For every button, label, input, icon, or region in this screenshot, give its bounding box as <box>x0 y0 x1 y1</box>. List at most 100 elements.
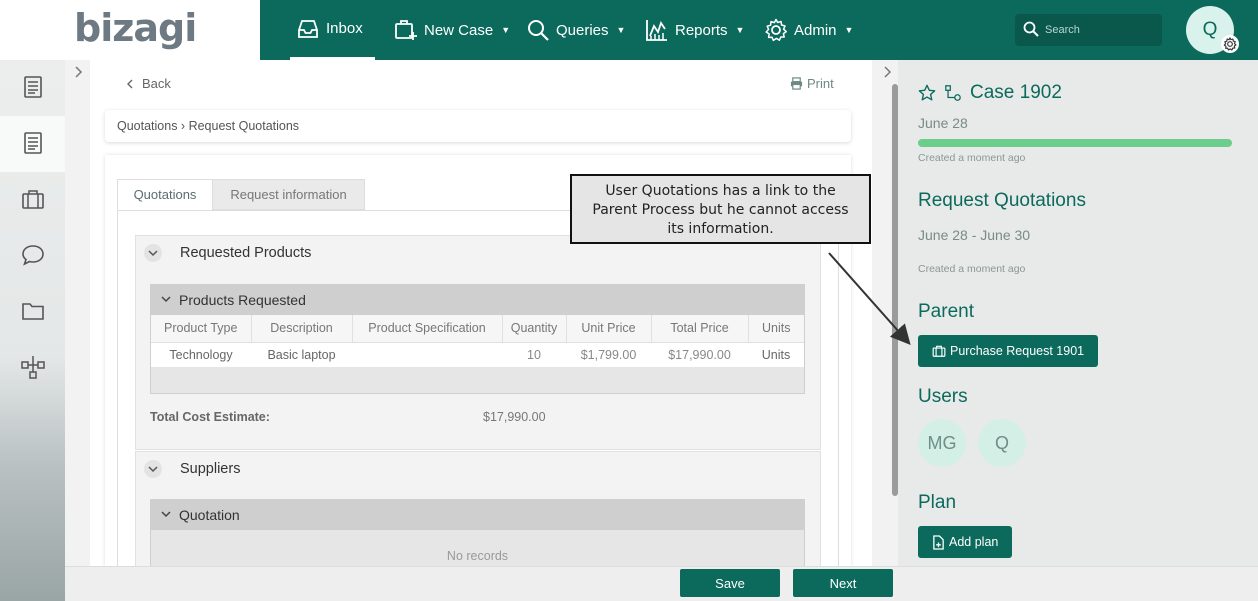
document-list-icon <box>23 131 43 157</box>
collapse-right-toggle[interactable] <box>875 60 899 84</box>
products-table: Product Type Description Product Specifi… <box>151 315 804 368</box>
table-cell: $17,990.00 <box>651 342 748 368</box>
quotation-grid-header[interactable]: Quotation <box>151 500 804 530</box>
total-cost-label: Total Cost Estimate: <box>150 410 270 424</box>
case-title-text: Case 1902 <box>970 82 1062 103</box>
back-link[interactable]: Back <box>124 76 171 91</box>
table-row[interactable]: Technology Basic laptop 10 $1,799.00 $17… <box>151 342 804 368</box>
annotation-callout: User Quotations has a link to the Parent… <box>570 174 871 244</box>
chevron-down-icon: ▼ <box>616 25 626 35</box>
column-header[interactable]: Product Type <box>151 315 252 343</box>
grid-title: Quotation <box>179 507 240 523</box>
chevron-right-icon <box>884 66 892 78</box>
chevron-right-icon <box>75 66 83 78</box>
folder-icon <box>21 301 45 324</box>
nav-inbox[interactable]: Inbox <box>290 0 375 60</box>
column-header[interactable]: Total Price <box>651 315 749 343</box>
nav-new-case-label: New Case <box>424 21 494 39</box>
column-header[interactable]: Description <box>251 315 353 343</box>
inbox-icon <box>296 17 320 41</box>
sidebar-item-chat[interactable] <box>0 228 65 284</box>
sidebar-item-inbox[interactable] <box>0 116 65 172</box>
user-avatar[interactable]: Q <box>978 419 1026 467</box>
bizagi-logo[interactable]: bizagi <box>74 6 197 50</box>
sidebar-item-cases[interactable] <box>0 172 65 228</box>
nav-reports[interactable]: Reports ▼ <box>645 0 744 60</box>
nav-admin-label: Admin <box>794 21 837 39</box>
search-input[interactable] <box>1045 24 1155 36</box>
sidebar-item-process[interactable] <box>0 340 65 396</box>
search-box <box>1015 14 1162 46</box>
sidebar-item-work[interactable] <box>0 60 65 116</box>
collapse-left-toggle[interactable] <box>66 60 90 84</box>
search-icon <box>1023 21 1039 40</box>
chevron-down-icon: ▼ <box>501 25 511 35</box>
parent-heading: Parent <box>918 301 974 322</box>
tab-quotations[interactable]: Quotations <box>117 179 213 210</box>
settings-gear-icon[interactable] <box>1221 35 1239 53</box>
document-list-icon <box>23 75 43 101</box>
case-process-icon <box>944 84 962 102</box>
tab-request-information[interactable]: Request information <box>212 179 365 210</box>
logo-area: bizagi <box>0 0 260 60</box>
reports-icon <box>645 18 669 42</box>
new-case-icon <box>394 18 418 42</box>
process-map-icon <box>20 354 46 383</box>
section-title: Suppliers <box>180 461 241 477</box>
nav-reports-label: Reports <box>675 21 728 39</box>
grid-title: Products Requested <box>179 292 306 308</box>
gear-icon <box>764 18 788 42</box>
chevron-down-icon <box>144 460 162 478</box>
bottom-action-bar <box>65 566 1258 601</box>
parent-case-button[interactable]: Purchase Request 1901 <box>918 335 1099 367</box>
nav-queries[interactable]: Queries ▼ <box>526 0 625 60</box>
column-header[interactable]: Product Specification <box>352 315 503 343</box>
nav-inbox-label: Inbox <box>326 20 363 37</box>
chevron-left-icon <box>127 79 133 88</box>
column-header[interactable]: Quantity <box>502 315 567 343</box>
parent-case-label: Purchase Request 1901 <box>950 344 1085 358</box>
chevron-down-icon <box>161 510 171 521</box>
table-cell: Basic laptop <box>251 342 352 368</box>
chevron-down-icon <box>161 295 171 306</box>
user-avatar[interactable]: MG <box>918 419 966 467</box>
search-icon <box>526 18 550 42</box>
products-requested-grid: Products Requested Product Type Descript… <box>150 284 805 394</box>
print-label: Print <box>807 76 834 91</box>
case-progress-fill <box>918 139 1232 147</box>
chevron-down-icon: ▼ <box>735 25 745 35</box>
plan-heading: Plan <box>918 492 957 513</box>
nav-new-case[interactable]: New Case ▼ <box>394 0 510 60</box>
task-created-text: Created a moment ago <box>918 263 1026 275</box>
total-cost-value: $17,990.00 <box>483 410 546 424</box>
table-cell: $1,799.00 <box>566 342 651 368</box>
products-requested-grid-header[interactable]: Products Requested <box>151 285 804 315</box>
column-header[interactable]: Unit Price <box>566 315 652 343</box>
users-heading: Users <box>918 386 968 407</box>
back-label: Back <box>142 76 171 91</box>
table-cell <box>352 342 502 368</box>
column-header[interactable]: Units <box>748 315 804 343</box>
table-cell: 10 <box>502 342 566 368</box>
printer-icon <box>790 77 803 90</box>
chevron-down-icon: ▼ <box>844 25 854 35</box>
case-title: Case 1902 <box>918 82 1062 104</box>
star-icon[interactable] <box>918 84 936 102</box>
case-created-text: Created a moment ago <box>918 152 1026 164</box>
quotation-grid: Quotation No records <box>150 499 805 567</box>
sidebar-item-folder[interactable] <box>0 284 65 340</box>
save-button[interactable]: Save <box>680 569 780 597</box>
section-title: Requested Products <box>180 245 312 261</box>
tab-quotations-label: Quotations <box>133 187 197 202</box>
next-button[interactable]: Next <box>793 569 893 597</box>
add-plan-button[interactable]: Add plan <box>918 526 1013 558</box>
case-progress-bar <box>918 139 1232 147</box>
chevron-down-icon <box>144 244 162 262</box>
briefcase-icon <box>21 189 45 212</box>
briefcase-icon <box>932 345 946 357</box>
print-button[interactable]: Print <box>790 76 834 91</box>
add-document-icon <box>932 534 945 550</box>
add-plan-label: Add plan <box>949 535 999 549</box>
section-suppliers-header[interactable]: Suppliers <box>136 452 820 486</box>
nav-admin[interactable]: Admin ▼ <box>764 0 853 60</box>
